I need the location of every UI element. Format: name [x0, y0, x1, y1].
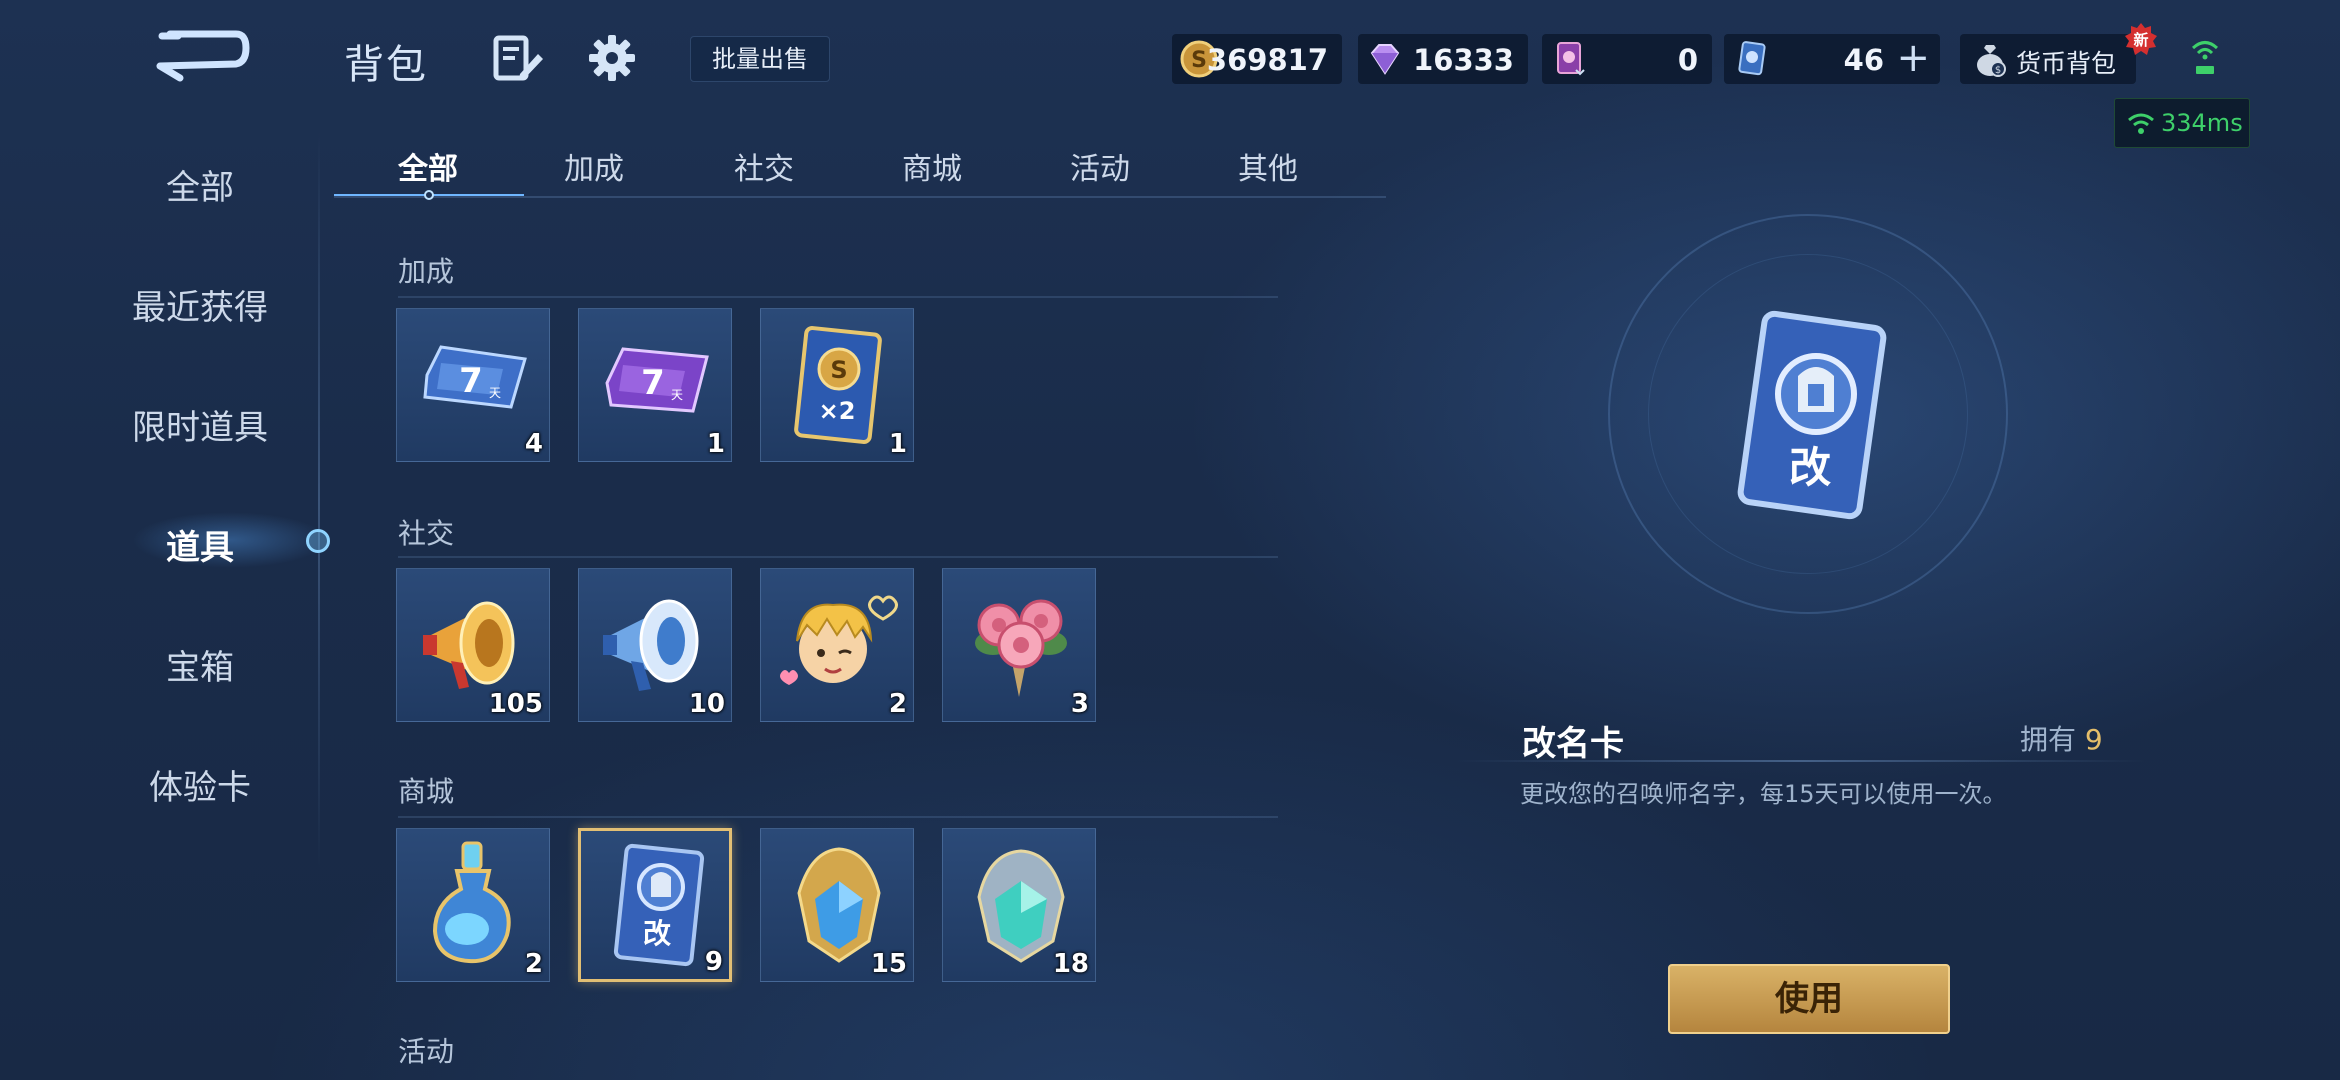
item-count: 2	[888, 689, 907, 719]
nav-item-all[interactable]: 全部	[90, 160, 310, 209]
nav-item-chests[interactable]: 宝箱	[90, 640, 310, 689]
item-count: 15	[870, 949, 907, 979]
diamond-amount: 16333	[1413, 43, 1514, 77]
svg-text:S: S	[830, 356, 847, 384]
gold-x2-card-icon: S ×2	[794, 326, 882, 444]
item-description: 更改您的召唤师名字，每15天可以使用一次。	[1520, 780, 2007, 808]
rose-bouquet-icon	[975, 599, 1067, 697]
owned-number: 9	[2084, 723, 2103, 756]
item-slot-selected[interactable]: 改 9	[578, 828, 732, 982]
back-button[interactable]	[150, 26, 250, 86]
item-count: 18	[1052, 949, 1089, 979]
card-a-amount: 0	[1677, 43, 1698, 77]
coin-balance: S 369817	[1172, 34, 1342, 84]
item-slot[interactable]: 105	[396, 568, 550, 722]
network-ping: 334ms	[2114, 98, 2250, 148]
item-slot[interactable]: 7 天 4	[396, 308, 550, 462]
section-divider	[398, 296, 1278, 298]
nav-item-trial-cards[interactable]: 体验卡	[90, 760, 310, 809]
svg-text:S: S	[1191, 48, 1207, 73]
owned-count: 拥有 9	[2020, 718, 2103, 758]
ping-value: 334ms	[2161, 109, 2243, 137]
page-title: 背包	[344, 42, 428, 88]
ticket-7-text: 7	[459, 361, 483, 401]
hero-emote-icon	[780, 595, 898, 685]
item-slot[interactable]: 2	[396, 828, 550, 982]
item-count: 4	[524, 429, 543, 459]
money-bag-icon: $	[1977, 45, 2006, 77]
detail-divider	[1456, 760, 2146, 762]
coin-amount: 369817	[1206, 43, 1328, 77]
new-badge: 新	[2124, 22, 2158, 56]
purple-card-icon	[1557, 42, 1585, 76]
add-currency-button[interactable]: +	[1896, 38, 1930, 78]
tab-events[interactable]: 活动	[1030, 144, 1170, 188]
blue-7day-ticket-icon: 7 天	[423, 345, 527, 409]
tab-active-underline	[334, 190, 524, 200]
nav-divider	[318, 130, 320, 870]
nav-item-recent[interactable]: 最近获得	[90, 280, 310, 329]
ticket-7-text: 7	[641, 363, 665, 403]
x2-text: ×2	[819, 397, 856, 425]
ticket-day-text: 天	[489, 386, 501, 400]
item-slot[interactable]: 2	[760, 568, 914, 722]
section-divider	[398, 556, 1278, 558]
detail-card-glyph: 改	[1789, 443, 1831, 492]
item-count: 105	[488, 689, 543, 719]
diamond-icon	[1370, 44, 1400, 75]
item-slot[interactable]: 18	[942, 828, 1096, 982]
svg-text:$: $	[1995, 65, 2001, 76]
section-title-events: 活动	[398, 1035, 455, 1068]
potion-bottle-icon	[432, 841, 511, 964]
section-title-social: 社交	[398, 517, 455, 550]
item-count: 10	[688, 689, 725, 719]
purple-7day-ticket-icon: 7 天	[605, 347, 709, 413]
card-b-balance: 46 +	[1724, 34, 1940, 84]
rename-glyph: 改	[643, 917, 671, 950]
section-title-shop: 商城	[398, 775, 455, 808]
nav-active-indicator	[306, 529, 330, 553]
card-b-amount: 46	[1843, 43, 1884, 77]
item-count: 2	[524, 949, 543, 979]
section-divider	[398, 816, 1278, 818]
tab-social[interactable]: 社交	[694, 144, 834, 188]
item-slot[interactable]: S ×2 1	[760, 308, 914, 462]
owned-label: 拥有	[2020, 723, 2077, 756]
ticket-day-text: 天	[671, 388, 683, 402]
nav-item-limited[interactable]: 限时道具	[90, 400, 310, 449]
tab-other[interactable]: 其他	[1198, 144, 1338, 188]
item-count: 1	[888, 429, 907, 459]
gear-icon[interactable]	[588, 34, 636, 82]
tab-shop[interactable]: 商城	[862, 144, 1002, 188]
wallet-label: 货币背包	[2016, 49, 2117, 78]
tab-boost[interactable]: 加成	[524, 144, 664, 188]
battery-signal-icon	[2190, 34, 2220, 78]
bulk-sell-button[interactable]: 批量出售	[690, 36, 830, 82]
diamond-balance: 16333	[1358, 34, 1528, 84]
item-slot[interactable]: 15	[760, 828, 914, 982]
wifi-icon	[2128, 113, 2154, 134]
edit-list-icon[interactable]	[492, 34, 544, 82]
use-button[interactable]: 使用	[1668, 964, 1950, 1034]
item-count: 3	[1070, 689, 1089, 719]
item-slot[interactable]: 7 天 1	[578, 308, 732, 462]
item-slot[interactable]: 10	[578, 568, 732, 722]
item-count: 9	[704, 947, 723, 977]
rename-card-large-icon: 改	[1737, 310, 1887, 520]
card-a-balance[interactable]: 0	[1542, 34, 1712, 84]
item-name: 改名卡	[1522, 724, 1624, 764]
item-slot[interactable]: 3	[942, 568, 1096, 722]
nav-item-items[interactable]: 道具	[90, 520, 310, 569]
back-arrow-icon	[156, 30, 250, 82]
tab-all[interactable]: 全部	[358, 144, 498, 188]
new-badge-text: 新	[2133, 31, 2148, 49]
item-count: 1	[706, 429, 725, 459]
section-title-boost: 加成	[398, 255, 455, 288]
currency-wallet-button[interactable]: $ 货币背包	[1960, 34, 2136, 84]
blue-card-icon	[1738, 41, 1766, 76]
